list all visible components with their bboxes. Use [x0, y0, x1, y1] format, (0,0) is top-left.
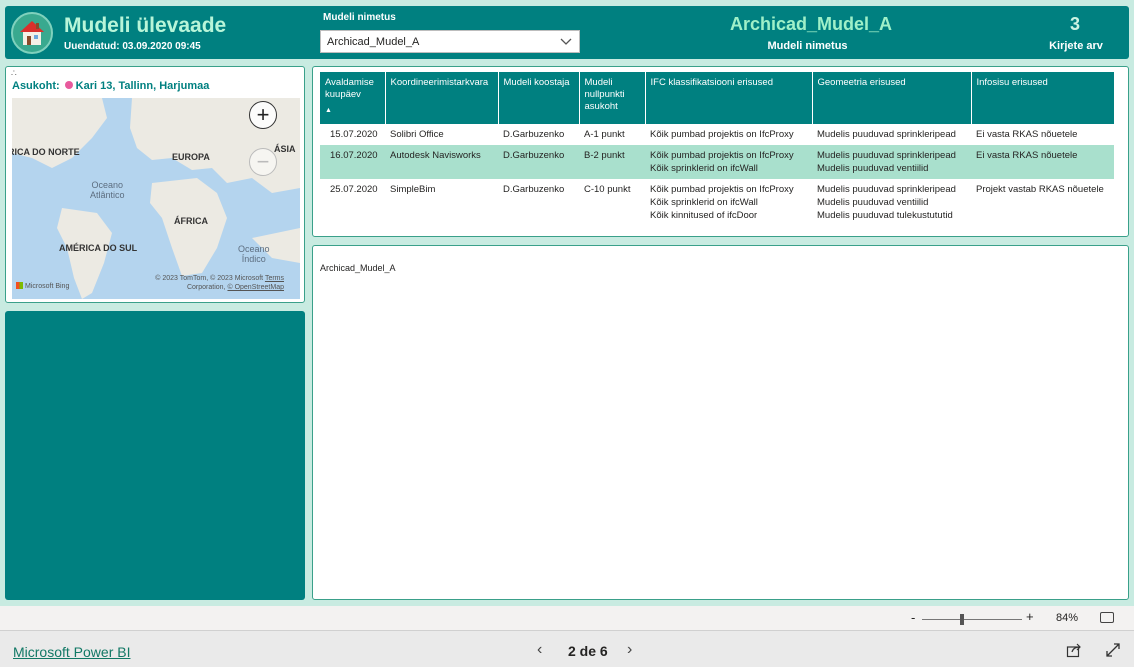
zoom-slider-track[interactable]	[922, 619, 1022, 620]
bing-logo: Microsoft Bing	[16, 282, 69, 290]
cell-date: 16.07.2020	[320, 145, 385, 179]
cell-author: D.Garbuzenko	[498, 145, 579, 179]
map-zoom-out-button[interactable]: −	[249, 148, 277, 176]
zoom-in-button[interactable]: +	[1026, 609, 1034, 624]
column-header-geometry[interactable]: Geomeetria erisused	[812, 72, 972, 124]
map-label-asia: ÁSIA	[274, 144, 296, 154]
map-zoom-in-button[interactable]: +	[249, 101, 277, 129]
cell-geometry: Mudelis puuduvad sprinkleripead	[817, 129, 956, 140]
record-count-value: 3	[1069, 14, 1080, 34]
model-text-value: Archicad_Mudel_A	[320, 263, 396, 273]
chevron-right-icon[interactable]: ›	[627, 641, 632, 659]
slicer-label: Mudeli nimetus	[323, 12, 396, 23]
cell-author: D.Garbuzenko	[503, 184, 565, 195]
zoom-slider-thumb[interactable]	[960, 614, 964, 625]
report-canvas: Mudeli ülevaade Uuendatud: 03.09.2020 09…	[0, 0, 1134, 606]
column-header-origin[interactable]: Mudeli nullpunkti asukoht	[579, 72, 646, 124]
cell-ifc: Kõik pumbad projektis on IfcProxy Kõik sp…	[650, 184, 794, 221]
cell-info: Ei vasta RKAS nõuetele	[971, 145, 1114, 179]
cell-date: 15.07.2020	[330, 129, 378, 140]
table-row[interactable]: 15.07.2020 Solibri Office D.Garbuzenko A…	[320, 124, 1114, 145]
model-name-slicer[interactable]: Archicad_Mudel_A	[320, 30, 580, 53]
map-label-atlantic: Oceano Atlântico	[90, 180, 125, 200]
table-header-row: Avaldamise kuupäev ▲ Koordineerimistarkva…	[320, 72, 1114, 124]
fullscreen-icon[interactable]	[1105, 642, 1121, 663]
column-header-info[interactable]: Infosisu erisused	[971, 72, 1114, 124]
legend-dot-icon	[64, 81, 73, 89]
page-title: Mudeli ülevaade	[64, 14, 227, 37]
map-copyright-text: © 2023 TomTom, © 2023 Microsoft	[155, 275, 264, 282]
map-label-north-america: RICA DO NORTE	[12, 147, 80, 157]
record-count-label: Kirjete arv	[1049, 40, 1103, 52]
map-label-indian: Oceano Índico	[238, 244, 270, 264]
map-copyright: © 2023 TomTom, © 2023 Microsoft Terms Co…	[155, 274, 284, 292]
map-label-south-america: AMÉRICA DO SUL	[59, 243, 138, 253]
table-row[interactable]: 16.07.2020 Autodesk Navisworks D.Garbuze…	[320, 145, 1114, 179]
model-name-card-value: Archicad_Mudel_A	[730, 14, 893, 34]
map-osm-link[interactable]: © OpenStreetMap	[227, 284, 284, 291]
world-map[interactable]: RICA DO NORTE EUROPA ÁSIA ÁFRICA AMÉRICA…	[12, 98, 300, 299]
zoom-percent: 84%	[1056, 612, 1079, 624]
cell-info: Projekt vastab RKAS nõuetele	[976, 184, 1104, 195]
model-text-visual[interactable]: Archicad_Mudel_A	[312, 245, 1129, 600]
ocean-atlantic-line1: Oceano	[91, 180, 124, 190]
cell-origin: B-2 punkt	[579, 145, 645, 179]
map-label-europe: EUROPA	[172, 152, 210, 162]
chevron-left-icon[interactable]: ‹	[537, 641, 542, 659]
power-bi-link[interactable]: Microsoft Power BI	[13, 644, 130, 660]
updated-timestamp: Uuendatud: 03.09.2020 09:45	[64, 41, 201, 52]
cell-geometry: Mudelis puuduvad sprinkleripead Mudelis p…	[812, 145, 971, 179]
footer-bar: Microsoft Power BI ‹ 2 de 6 ›	[0, 630, 1134, 667]
fit-to-page-icon[interactable]	[1100, 612, 1114, 623]
legend-value: Kari 13, Tallinn, Harjumaa	[75, 80, 210, 92]
cell-date: 25.07.2020	[330, 184, 378, 195]
cell-origin: C-10 punkt	[584, 184, 631, 195]
sort-ascending-icon[interactable]: ▲	[325, 105, 380, 117]
slicer-selected-value: Archicad_Mudel_A	[327, 36, 420, 48]
table-row[interactable]: 25.07.2020 SimpleBim D.Garbuzenko C-10 p…	[320, 179, 1114, 226]
report-header: Mudeli ülevaade Uuendatud: 03.09.2020 09…	[5, 6, 1129, 59]
map-label-africa: ÁFRICA	[174, 216, 208, 226]
zoom-bar: - + 84%	[0, 606, 1134, 630]
map-visual[interactable]: ∴ Asukoht: Kari 13, Tallinn, Harjumaa RIC…	[5, 66, 305, 303]
cell-info: Ei vasta RKAS nõuetele	[976, 129, 1078, 140]
column-header-date[interactable]: Avaldamise kuupäev ▲	[320, 72, 386, 124]
share-icon[interactable]	[1066, 642, 1082, 663]
details-table-visual[interactable]: Avaldamise kuupäev ▲ Koordineerimistarkva…	[312, 66, 1129, 237]
ocean-atlantic-line2: Atlântico	[90, 190, 125, 200]
cell-geometry: Mudelis puuduvad sprinkleripead Mudelis p…	[817, 184, 956, 221]
map-legend: Asukoht: Kari 13, Tallinn, Harjumaa	[12, 80, 209, 92]
legend-label: Asukoht:	[12, 80, 60, 92]
ocean-indian-line1: Oceano	[238, 244, 270, 254]
cell-ifc: Kõik pumbad projektis on IfcProxy	[650, 129, 794, 140]
cell-software: SimpleBim	[390, 184, 436, 195]
cell-origin: A-1 punkt	[584, 129, 625, 140]
house-icon	[11, 12, 53, 54]
column-header-author[interactable]: Mudeli koostaja	[498, 72, 580, 124]
page-indicator: 2 de 6	[568, 643, 608, 659]
cell-software: Autodesk Navisworks	[385, 145, 498, 179]
map-terms-link[interactable]: Terms	[265, 275, 284, 282]
cell-software: Solibri Office	[390, 129, 444, 140]
map-corporation-text: Corporation,	[186, 284, 226, 291]
blank-teal-panel	[5, 311, 305, 600]
ocean-indian-line2: Índico	[241, 254, 266, 264]
details-table: Avaldamise kuupäev ▲ Koordineerimistarkva…	[320, 72, 1114, 226]
cell-author: D.Garbuzenko	[503, 129, 565, 140]
model-name-card-label: Mudeli nimetus	[767, 40, 848, 52]
chevron-down-icon[interactable]	[559, 34, 573, 53]
loading-dots-icon: ∴	[11, 68, 18, 78]
column-header-software[interactable]: Koordineerimistarkvara	[385, 72, 499, 124]
zoom-out-button[interactable]: -	[911, 610, 915, 625]
column-header-ifc[interactable]: IFC klassifikatsiooni erisused	[645, 72, 813, 124]
cell-ifc: Kõik pumbad projektis on IfcProxy Kõik sp…	[645, 145, 812, 179]
microsoft-logo-icon	[16, 282, 23, 289]
